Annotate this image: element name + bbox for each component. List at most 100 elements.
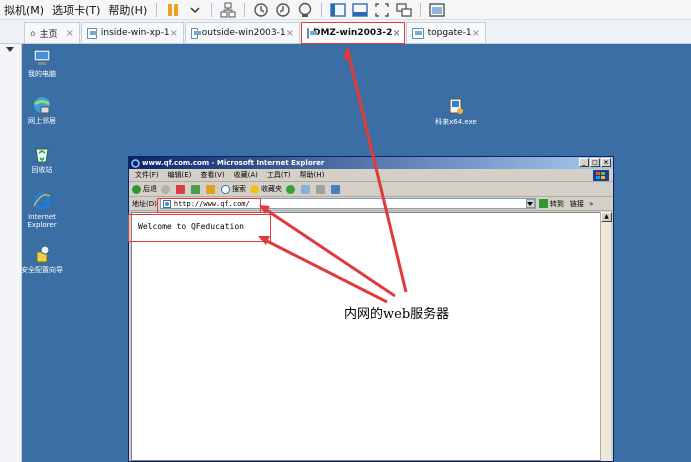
close-icon[interactable]: × [66, 28, 74, 39]
toolbar-separator [321, 2, 323, 17]
address-label: 地址(D) [132, 199, 157, 208]
vm-icon [307, 27, 317, 39]
host-menu-vm[interactable]: 拟机(M) [0, 2, 48, 18]
tab-label: DMZ-win2003-2 [313, 28, 393, 38]
toolbar-separator [156, 2, 158, 17]
close-icon[interactable]: × [170, 28, 178, 39]
tab-dmz-win2003-2[interactable]: DMZ-win2003-2 × [301, 22, 405, 44]
vm-icon [87, 27, 97, 39]
host-menubar: 拟机(M) 选项卡(T) 帮助(H) [0, 0, 691, 20]
annotation-box-address [157, 198, 261, 213]
forward-arrow-icon [161, 184, 170, 194]
library-view-icon[interactable] [428, 2, 446, 18]
refresh-button[interactable] [191, 184, 202, 194]
tab-inside-win-xp-1[interactable]: inside-win-xp-1 × [81, 22, 184, 43]
toolbar-separator [244, 2, 246, 17]
annotation-box-content [128, 214, 271, 242]
my-computer-icon [33, 49, 51, 65]
desktop-icon-recycle-bin[interactable]: 回收站 [21, 144, 63, 174]
back-button[interactable]: 后退 [132, 184, 157, 194]
tab-label: outside-win2003-1 [201, 28, 286, 38]
ie-menu-favorites[interactable]: 收藏(A) [234, 170, 258, 180]
close-icon[interactable]: × [286, 28, 294, 39]
mail-icon [301, 184, 310, 194]
library-panel: × [0, 20, 22, 462]
close-button[interactable]: × [601, 158, 611, 167]
windows-logo-icon [593, 170, 609, 181]
scroll-up-button[interactable]: ▲ [601, 212, 612, 222]
search-button[interactable]: 搜索 [221, 184, 246, 194]
ie-toolbar: 后退 搜索 收藏夹 [129, 182, 613, 197]
ie-menu-edit[interactable]: 编辑(E) [168, 170, 192, 180]
go-arrow-icon [538, 199, 548, 208]
ie-titlebar[interactable]: www.qf.com.com - Microsoft Internet Expl… [129, 157, 613, 169]
tab-label: topgate-1 [427, 28, 472, 38]
favorites-button[interactable]: 收藏夹 [250, 184, 282, 194]
messenger-button[interactable] [331, 184, 342, 194]
ie-menu-file[interactable]: 文件(F) [135, 170, 159, 180]
forward-button[interactable] [161, 184, 172, 194]
revert-snapshot-icon[interactable] [274, 2, 292, 18]
annotation-label: 内网的web服务器 [344, 307, 450, 322]
address-dropdown-icon[interactable] [525, 199, 535, 208]
vertical-scrollbar[interactable]: ▲ [600, 212, 612, 461]
ie-menu-help[interactable]: 帮助(H) [300, 170, 325, 180]
desktop-icon-network-places[interactable]: 网上邻居 [21, 95, 63, 125]
desktop-icon-internet-explorer[interactable]: Internet Explorer [21, 191, 63, 229]
home-button[interactable] [206, 184, 217, 194]
ie-menu-tools[interactable]: 工具(T) [267, 170, 291, 180]
panel-dropdown-icon[interactable] [5, 44, 15, 57]
host-menu-help[interactable]: 帮助(H) [104, 2, 151, 18]
history-icon [286, 184, 295, 194]
messenger-icon [331, 184, 340, 194]
links-chevron-icon: » [589, 199, 594, 208]
page-content[interactable]: Welcome to QFeducation [131, 212, 601, 461]
internet-explorer-icon [33, 192, 51, 210]
close-icon[interactable]: × [472, 28, 480, 39]
links-button[interactable]: 链接 » [570, 199, 594, 209]
minimize-button[interactable]: _ [579, 158, 589, 167]
installer-icon [449, 98, 463, 114]
snapshot-icon[interactable] [252, 2, 270, 18]
close-icon[interactable]: × [392, 28, 400, 39]
maximize-button[interactable]: □ [590, 158, 600, 167]
history-button[interactable] [286, 184, 297, 194]
unity-icon[interactable] [395, 2, 413, 18]
network-icon[interactable] [219, 2, 237, 18]
print-icon [316, 184, 325, 194]
toolbar-separator [420, 2, 422, 17]
fullscreen-icon[interactable] [373, 2, 391, 18]
tab-outside-win2003-1[interactable]: outside-win2003-1 × [185, 22, 300, 43]
vm-icon [191, 27, 201, 39]
ie-menu-view[interactable]: 查看(V) [200, 170, 224, 180]
toolbar-separator [211, 2, 213, 17]
console-view-icon[interactable] [351, 2, 369, 18]
search-icon [221, 184, 230, 194]
home-icon [206, 184, 215, 194]
back-arrow-icon [132, 184, 141, 194]
mail-button[interactable] [301, 184, 312, 194]
snapshot-manager-icon[interactable] [296, 2, 314, 18]
desktop-icon-my-computer[interactable]: 我的电脑 [21, 48, 63, 78]
vm-icon [412, 27, 424, 39]
sidebar-view-icon[interactable] [329, 2, 347, 18]
tab-label: inside-win-xp-1 [100, 28, 170, 38]
tab-home[interactable]: 主页 × [24, 22, 80, 43]
ie-menubar: 文件(F) 编辑(E) 查看(V) 收藏(A) 工具(T) 帮助(H) [129, 169, 613, 182]
guest-desktop[interactable]: 我的电脑 网上邻居 回收站 Internet Explorer 安全配置向导 科… [21, 44, 691, 462]
go-button[interactable]: 转到 [538, 199, 564, 209]
star-icon [250, 184, 259, 194]
desktop-icon-installer[interactable]: 科来x64.exe [432, 96, 480, 126]
refresh-icon [191, 184, 200, 194]
stop-button[interactable] [176, 184, 187, 194]
stop-icon [176, 184, 185, 194]
chevron-down-icon[interactable] [186, 2, 204, 18]
tab-topgate-1[interactable]: topgate-1 × [406, 22, 486, 43]
security-wizard-icon [36, 245, 50, 263]
ie-title-icon [131, 158, 140, 168]
host-menu-tabs[interactable]: 选项卡(T) [48, 2, 104, 18]
print-button[interactable] [316, 184, 327, 194]
pause-icon[interactable] [164, 2, 182, 18]
desktop-icon-security-wizard[interactable]: 安全配置向导 [21, 244, 63, 274]
tab-label: 主页 [39, 29, 58, 40]
